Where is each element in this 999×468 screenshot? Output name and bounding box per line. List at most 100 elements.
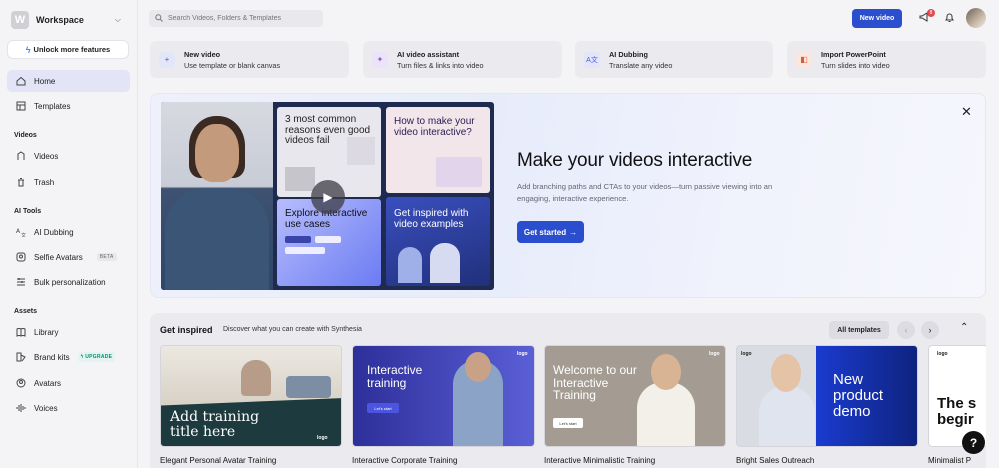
card-caption: Bright Sales Outreach bbox=[736, 456, 815, 465]
template-card[interactable]: New product demo logo bbox=[736, 345, 918, 447]
quick-action-ai-dubbing[interactable]: A文 AI Dubbing Translate any video bbox=[575, 41, 773, 78]
workspace-switcher[interactable]: W Workspace ⌵ bbox=[11, 10, 121, 30]
svg-text:文: 文 bbox=[21, 232, 26, 237]
template-card[interactable]: Welcome to our Interactive Training Let'… bbox=[544, 345, 726, 447]
thumbnail-video-examples: Get inspired with video examples bbox=[386, 197, 490, 286]
home-icon bbox=[16, 76, 26, 86]
get-started-label: Get started bbox=[523, 227, 567, 237]
search-bar[interactable] bbox=[149, 10, 323, 27]
quick-action-import-powerpoint[interactable]: ◧ Import PowerPoint Turn slides into vide… bbox=[787, 41, 986, 78]
quick-action-subtitle: Turn slides into video bbox=[821, 60, 890, 70]
user-avatar[interactable] bbox=[966, 8, 986, 28]
waveform-icon bbox=[16, 403, 26, 413]
unlock-features-button[interactable]: ϟ Unlock more features bbox=[7, 40, 129, 59]
quick-action-title: New video bbox=[184, 49, 221, 59]
video-folder-icon bbox=[16, 151, 26, 161]
card-caption: Interactive Minimalistic Training bbox=[544, 456, 656, 465]
logo: logo bbox=[741, 351, 752, 357]
thumbnail-how-to-interactive: How to make your video interactive? bbox=[386, 107, 490, 193]
plus-icon: + bbox=[159, 51, 175, 68]
section-title: Get inspired bbox=[160, 325, 213, 335]
help-button[interactable]: ? bbox=[962, 431, 985, 454]
quick-action-subtitle: Translate any video bbox=[609, 60, 673, 70]
card-overlay-text: The s begir bbox=[937, 395, 977, 428]
search-icon bbox=[155, 13, 163, 24]
book-icon bbox=[16, 327, 26, 337]
template-card[interactable]: Add training title here logo bbox=[160, 345, 342, 447]
chevron-left-icon[interactable]: ‹ bbox=[897, 321, 915, 339]
logo: logo bbox=[709, 351, 720, 357]
brand-kit-icon bbox=[16, 352, 26, 362]
sidebar-item-ai-dubbing[interactable]: A文 AI Dubbing bbox=[7, 221, 130, 243]
workspace-avatar: W bbox=[11, 11, 29, 29]
sparkle-icon: ✦ bbox=[372, 51, 388, 68]
sidebar: W Workspace ⌵ ϟ Unlock more features Hom… bbox=[0, 0, 138, 468]
powerpoint-icon: ◧ bbox=[796, 51, 812, 68]
sidebar-item-home[interactable]: Home bbox=[7, 70, 130, 92]
announcements-button[interactable]: 8 bbox=[919, 9, 935, 24]
banner-video-preview[interactable]: 3 most common reasons even good videos f… bbox=[161, 102, 494, 290]
sidebar-item-templates[interactable]: Templates bbox=[7, 95, 130, 117]
sidebar-item-bulk-personalization[interactable]: Bulk personalization bbox=[7, 271, 130, 293]
logo: logo bbox=[317, 435, 328, 441]
get-inspired-section: Get inspired Discover what you can creat… bbox=[150, 313, 986, 468]
sidebar-item-selfie-avatars[interactable]: Selfie Avatars BETA bbox=[7, 246, 130, 268]
quick-action-title: AI video assistant bbox=[397, 49, 460, 59]
sidebar-item-voices[interactable]: Voices bbox=[7, 397, 130, 419]
upgrade-badge[interactable]: ϟ UPGRADE bbox=[77, 352, 116, 362]
card-overlay-text: Welcome to our Interactive Training bbox=[553, 363, 637, 403]
section-videos: Videos bbox=[14, 132, 37, 139]
bell-icon[interactable] bbox=[944, 12, 956, 24]
get-started-button[interactable]: Get started → bbox=[517, 221, 584, 243]
upgrade-label: UPGRADE bbox=[85, 354, 113, 360]
sidebar-item-label: Bulk personalization bbox=[34, 277, 106, 287]
sidebar-item-label: Home bbox=[34, 76, 56, 86]
card-overlay-text: Add training title here bbox=[170, 409, 260, 440]
all-templates-button[interactable]: All templates bbox=[829, 321, 889, 339]
trash-icon bbox=[16, 177, 26, 187]
search-input[interactable] bbox=[168, 15, 318, 22]
workspace-name: Workspace bbox=[36, 15, 84, 25]
translate-icon: A文 bbox=[584, 51, 600, 68]
section-subtitle: Discover what you can create with Synthe… bbox=[223, 326, 362, 333]
banner-title: Make your videos interactive bbox=[517, 150, 753, 171]
sidebar-item-label: AI Dubbing bbox=[34, 227, 74, 237]
new-video-button[interactable]: New video bbox=[852, 9, 902, 28]
notification-badge: 8 bbox=[927, 9, 935, 17]
unlock-label: Unlock more features bbox=[33, 45, 111, 54]
translate-icon: A文 bbox=[16, 227, 26, 237]
interactive-banner: 3 most common reasons even good videos f… bbox=[150, 93, 986, 298]
chevron-up-icon[interactable]: ⌃ bbox=[960, 322, 968, 333]
sidebar-item-brand-kits[interactable]: Brand kits ϟ UPGRADE bbox=[7, 346, 130, 368]
sidebar-item-trash[interactable]: Trash bbox=[7, 171, 130, 193]
card-caption: Interactive Corporate Training bbox=[352, 456, 458, 465]
card-overlay-text: Interactive training bbox=[367, 363, 423, 390]
section-assets: Assets bbox=[14, 308, 37, 315]
logo: logo bbox=[937, 351, 948, 357]
template-card[interactable]: Interactive training Let's start logo bbox=[352, 345, 535, 447]
card-caption: Minimalist P bbox=[928, 456, 972, 465]
card-start-button: Let's start bbox=[553, 418, 583, 428]
sidebar-item-label: Library bbox=[34, 327, 59, 337]
sidebar-item-label: Templates bbox=[34, 101, 71, 111]
quick-action-new-video[interactable]: + New video Use template or blank canvas bbox=[150, 41, 349, 78]
quick-action-title: AI Dubbing bbox=[609, 49, 648, 59]
sidebar-item-label: Selfie Avatars bbox=[34, 252, 83, 262]
sidebar-item-label: Avatars bbox=[34, 378, 61, 388]
quick-action-subtitle: Use template or blank canvas bbox=[184, 60, 281, 70]
quick-action-ai-assistant[interactable]: ✦ AI video assistant Turn files & links i… bbox=[363, 41, 562, 78]
sidebar-item-avatars[interactable]: Avatars bbox=[7, 372, 130, 394]
play-button[interactable]: ▶ bbox=[311, 180, 345, 214]
sidebar-item-label: Voices bbox=[34, 403, 58, 413]
presenter-image bbox=[161, 102, 273, 290]
chevron-right-icon[interactable]: › bbox=[921, 321, 939, 339]
close-icon[interactable]: ✕ bbox=[961, 104, 972, 120]
sidebar-item-library[interactable]: Library bbox=[7, 321, 130, 343]
chevron-down-icon: ⌵ bbox=[114, 15, 121, 24]
sidebar-item-videos[interactable]: Videos bbox=[7, 145, 130, 167]
card-caption: Elegant Personal Avatar Training bbox=[160, 456, 277, 465]
lightning-icon: ϟ bbox=[25, 44, 31, 55]
section-ai-tools: AI Tools bbox=[14, 208, 42, 215]
avatar-icon bbox=[16, 378, 26, 388]
beta-badge: BETA bbox=[96, 253, 117, 261]
